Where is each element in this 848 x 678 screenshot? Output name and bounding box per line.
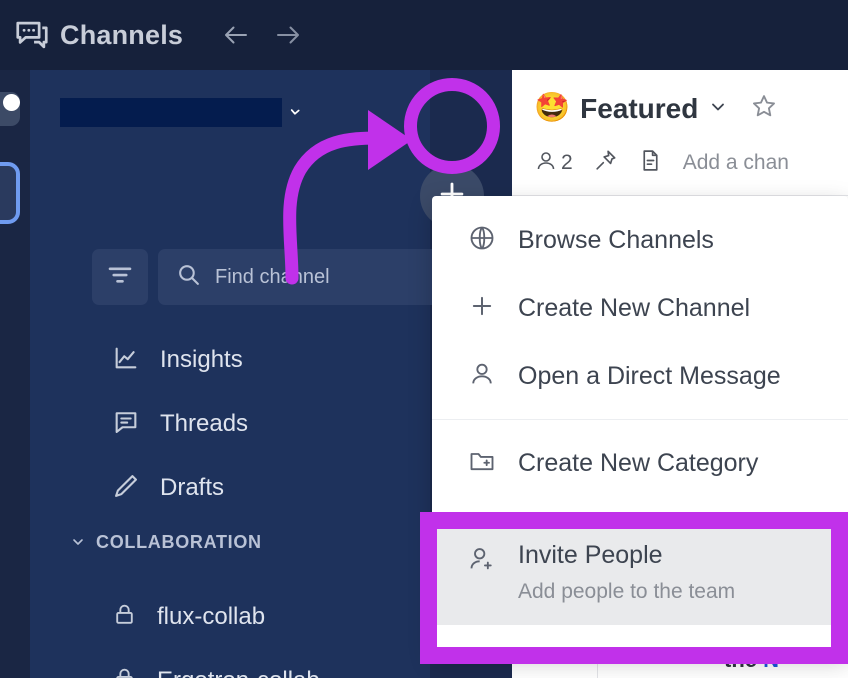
app-logo-icon: [10, 13, 54, 57]
sidebar-item-label: Drafts: [160, 474, 225, 501]
menu-item-browse-channels[interactable]: Browse Channels: [432, 206, 848, 274]
channel-item-label: flux-collab: [157, 603, 266, 630]
channel-item-flux-collab[interactable]: flux-collab: [92, 585, 460, 649]
threads-message-icon: [112, 408, 140, 441]
member-icon: [534, 149, 558, 178]
chevron-down-icon[interactable]: [708, 97, 728, 120]
filter-icon: [105, 260, 135, 295]
channel-emoji: 🤩: [534, 92, 571, 124]
search-input[interactable]: Find channel: [158, 249, 460, 305]
invite-people-sublabel: Add people to the team: [518, 580, 736, 603]
global-header: Channels: [0, 0, 848, 70]
star-outline-icon[interactable]: [750, 92, 778, 125]
file-icon[interactable]: [638, 148, 663, 178]
search-icon: [176, 262, 201, 292]
menu-divider: [432, 419, 848, 420]
history-nav: [221, 20, 303, 50]
menu-item-label: Create New Channel: [518, 293, 751, 322]
arrow-right-icon[interactable]: [273, 20, 303, 50]
sidebar-item-insights[interactable]: Insights: [92, 328, 460, 392]
folder-plus-icon: [468, 447, 496, 480]
channel-list: flux-collab Ergotron-collab lyric-spkr-c…: [92, 585, 460, 678]
channel-name: Featured: [580, 92, 699, 124]
menu-item-label: Open a Direct Message: [518, 361, 781, 390]
page-title: Channels: [60, 19, 184, 50]
sidebar-item-threads[interactable]: Threads: [92, 392, 460, 456]
app-root: Channels Find channel Insights Threads D…: [0, 0, 848, 678]
invite-people-label: Invite People: [518, 541, 663, 569]
channel-search-row: Find channel: [92, 249, 460, 305]
lock-icon: [112, 666, 137, 678]
channel-title-bar: 🤩 Featured: [534, 92, 778, 125]
sidebar-item-label: Threads: [160, 410, 249, 437]
chevron-down-icon: [287, 104, 302, 121]
insights-chart-icon: [112, 344, 140, 377]
menu-item-label: Browse Channels: [518, 225, 714, 254]
team-name-button[interactable]: [60, 95, 320, 130]
team-rail: [0, 70, 30, 678]
chevron-down-icon: [70, 534, 86, 552]
menu-item-create-new-category[interactable]: Create New Category: [432, 429, 848, 497]
plus-icon: [468, 292, 496, 325]
channel-purpose-placeholder[interactable]: Add a chan: [683, 151, 789, 175]
sidebar-nav-list: Insights Threads Drafts: [92, 328, 460, 520]
category-header-collaboration[interactable]: COLLABORATION: [70, 532, 262, 553]
team-unread-dot-icon: [3, 94, 20, 111]
menu-item-open-direct-message[interactable]: Open a Direct Message: [432, 342, 848, 410]
menu-spacer: [432, 497, 848, 517]
channel-item-ergotron-collab[interactable]: Ergotron-collab: [92, 649, 460, 678]
menu-item-label: Create New Category: [518, 448, 759, 477]
category-label: COLLABORATION: [96, 532, 262, 552]
globe-icon: [468, 224, 496, 257]
member-count-button[interactable]: 2: [534, 149, 573, 178]
invite-people-menu-item[interactable]: Invite People Add people to the team: [432, 517, 848, 625]
channel-meta-bar: 2 Add a chan: [534, 148, 789, 178]
lock-icon: [112, 602, 137, 632]
filter-button[interactable]: [92, 249, 148, 305]
channel-sidebar: Find channel Insights Threads Drafts COL…: [30, 70, 484, 678]
team-badge-active[interactable]: [0, 162, 20, 224]
arrow-left-icon[interactable]: [221, 20, 251, 50]
person-add-icon: [468, 541, 496, 578]
search-placeholder: Find channel: [215, 265, 330, 288]
add-channel-dropdown-menu: Browse Channels Create New Channel Open …: [432, 196, 848, 654]
invite-people-text: Invite People Add people to the team: [518, 541, 735, 604]
pencil-draft-icon: [112, 472, 140, 505]
channel-item-label: Ergotron-collab: [157, 667, 320, 678]
team-name-redacted: [60, 98, 282, 127]
member-count: 2: [561, 151, 573, 174]
person-icon: [468, 360, 496, 393]
sidebar-item-label: Insights: [160, 346, 243, 373]
pin-icon[interactable]: [593, 148, 618, 178]
sidebar-item-drafts[interactable]: Drafts: [92, 456, 460, 520]
menu-item-create-new-channel[interactable]: Create New Channel: [432, 274, 848, 342]
